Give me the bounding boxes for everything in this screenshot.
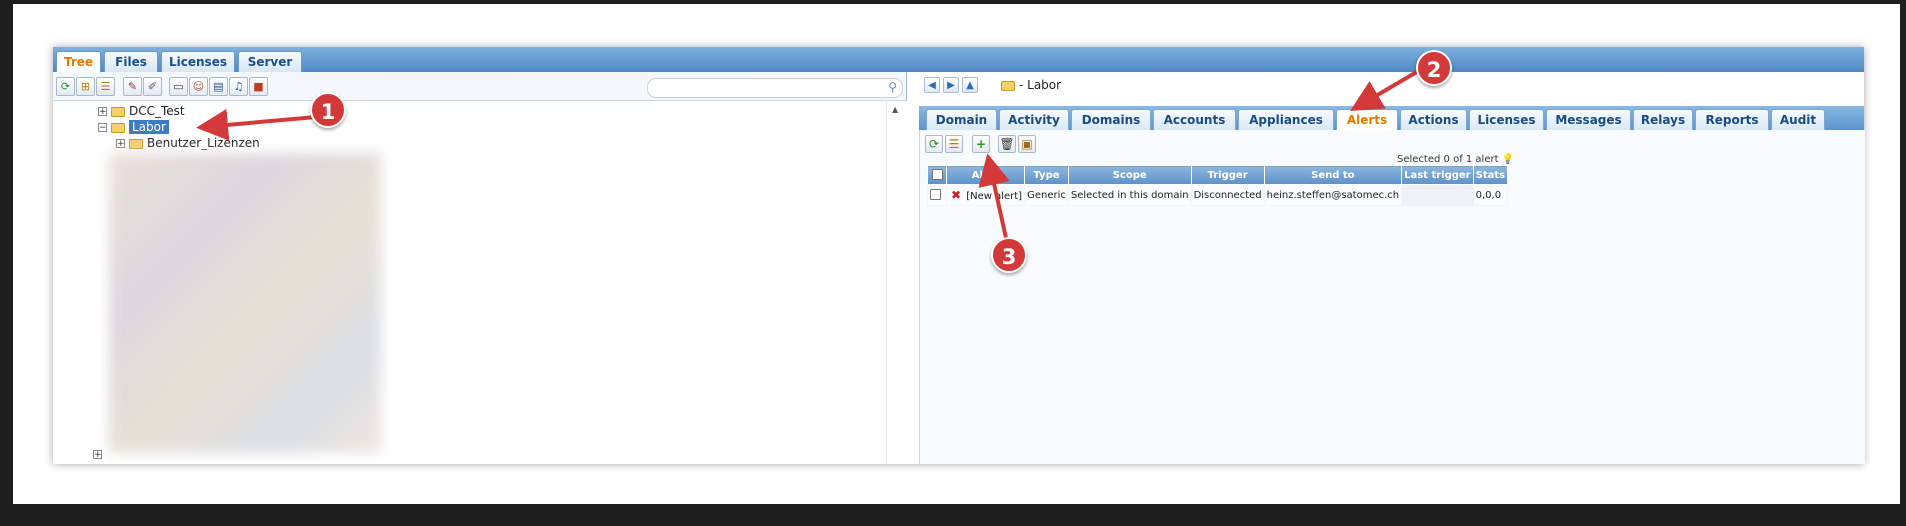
annotation-arrow-3: [978, 153, 1010, 239]
annotation-arrows: [196, 68, 1422, 239]
annotation-arrow-2: [1350, 68, 1422, 112]
annotation-badge-3: 3: [991, 237, 1027, 273]
annotation-badge-2: 2: [1416, 50, 1452, 86]
annotation-arrow-1: [196, 108, 317, 141]
annotation-badge-1: 1: [310, 92, 346, 128]
